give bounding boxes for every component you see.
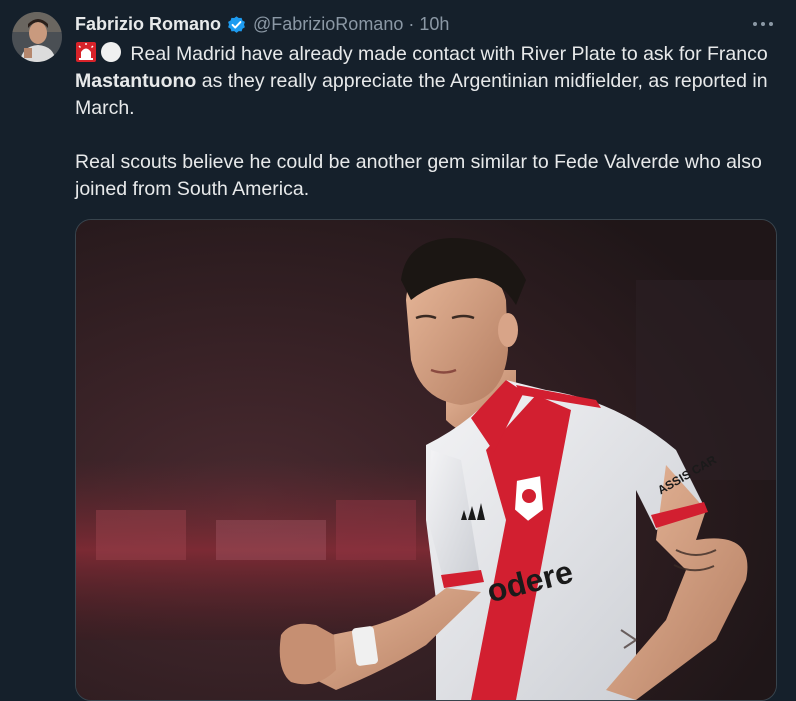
more-options-icon[interactable] — [748, 14, 778, 34]
tweet-text: Real Madrid have already made contact wi… — [75, 41, 775, 203]
tweet-paragraph-1: Real Madrid have already made contact wi… — [75, 41, 775, 122]
tweet-paragraph-2: Real scouts believe he could be another … — [75, 151, 762, 200]
tweet[interactable]: Fabrizio Romano @FabrizioRomano · 10h Re… — [0, 0, 796, 701]
separator-dot: · — [408, 13, 415, 34]
player-photo: odere ASSIS CAR — [76, 220, 776, 700]
verified-badge-icon — [226, 14, 247, 35]
tweet-media-image[interactable]: odere ASSIS CAR — [75, 219, 777, 701]
author-name[interactable]: Fabrizio Romano — [75, 14, 221, 35]
tweet-timestamp[interactable]: 10h — [419, 14, 449, 35]
tweet-header: Fabrizio Romano @FabrizioRomano · 10h — [75, 12, 449, 36]
siren-emoji-icon — [75, 41, 97, 63]
tweet-bold-name: Mastantuono — [75, 70, 197, 92]
white-circle-emoji-icon — [100, 41, 122, 63]
avatar[interactable] — [12, 12, 62, 62]
author-handle[interactable]: @FabrizioRomano — [253, 14, 403, 35]
tweet-text-segment: Real Madrid have already made contact wi… — [125, 43, 768, 65]
avatar-image — [12, 12, 62, 62]
